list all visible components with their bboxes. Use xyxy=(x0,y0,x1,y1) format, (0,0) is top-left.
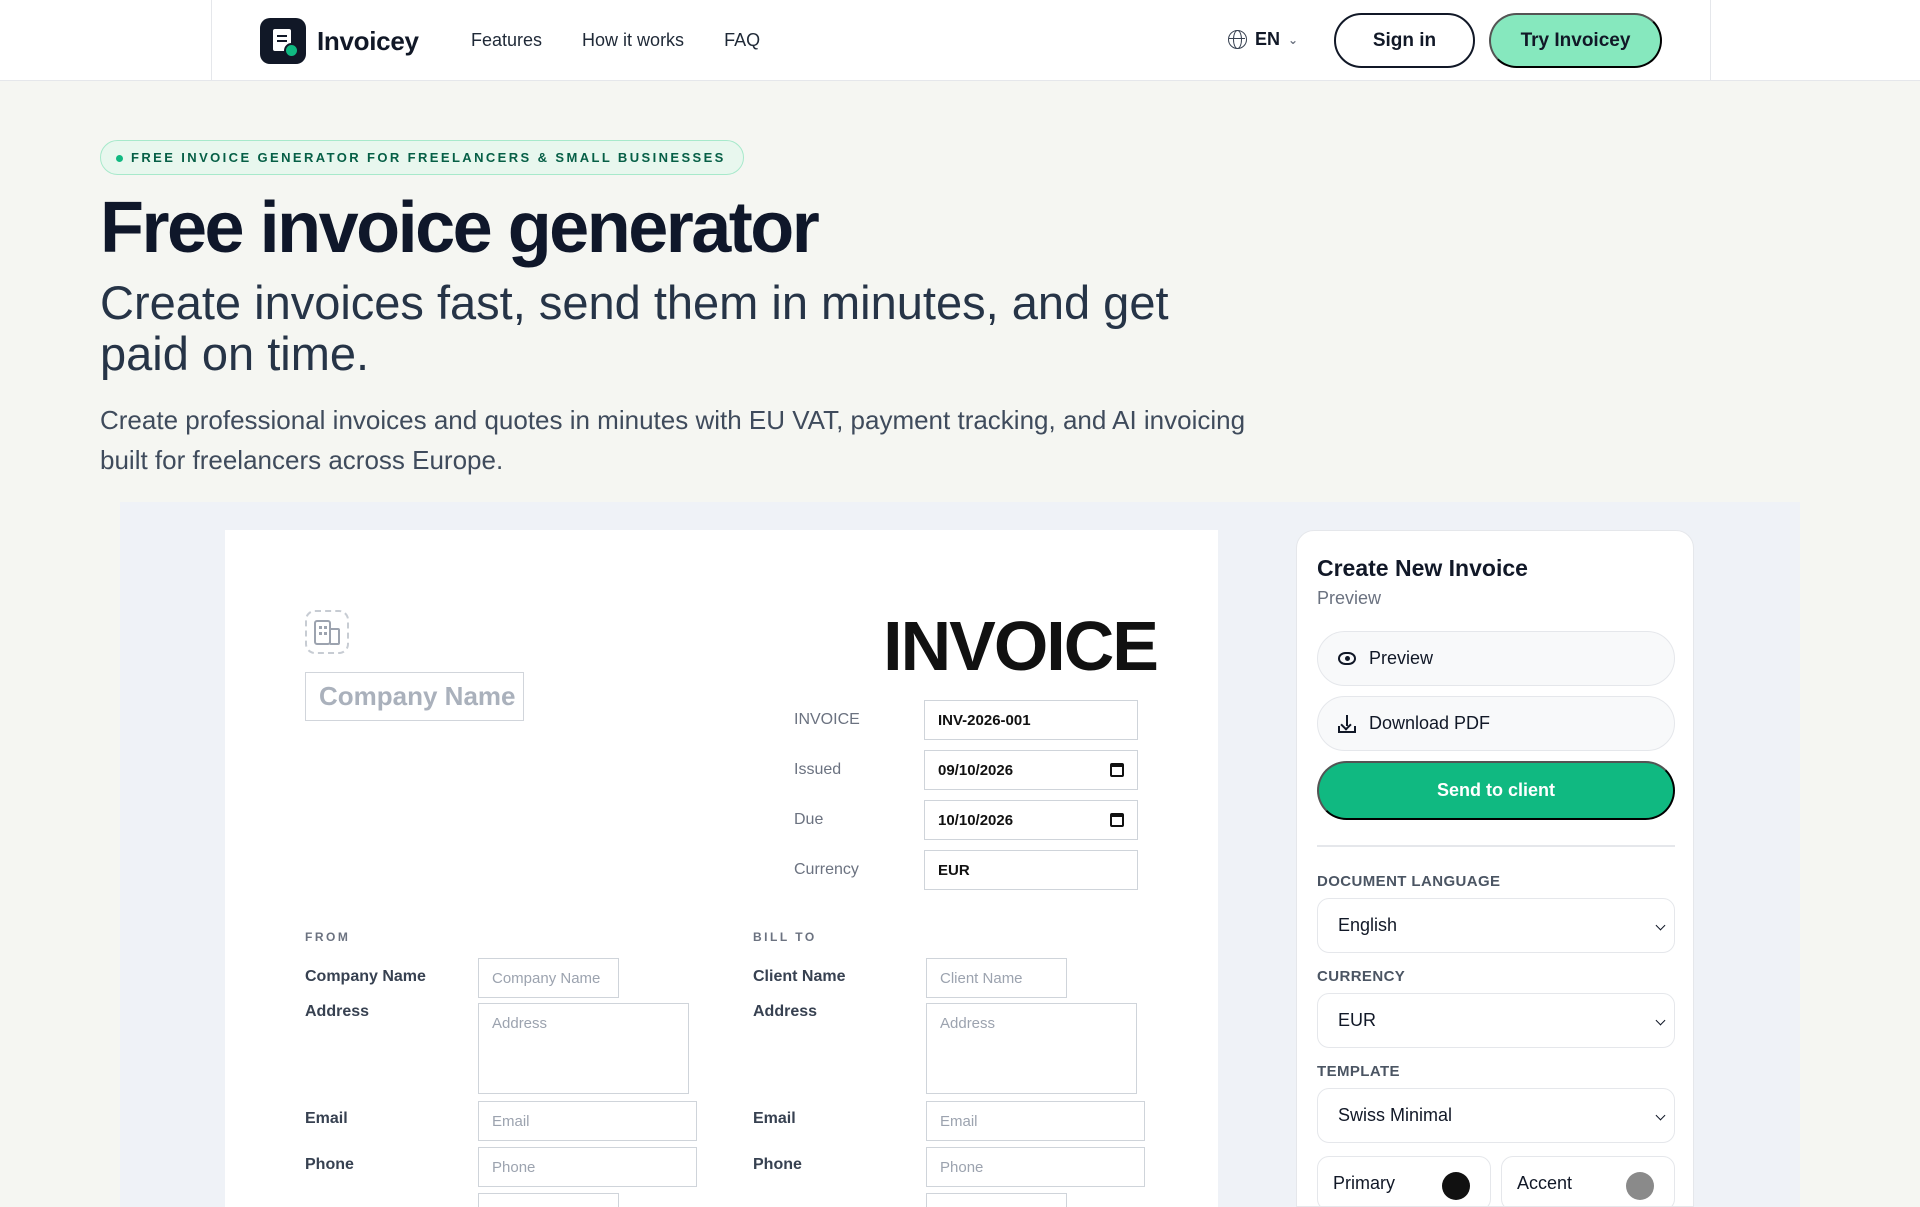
currency-label: Currency xyxy=(794,861,859,878)
accent-color-swatch[interactable] xyxy=(1626,1172,1654,1200)
from-company-input[interactable]: Company Name xyxy=(478,958,619,998)
template-value: Swiss Minimal xyxy=(1338,1105,1453,1125)
issued-date-input[interactable]: 09/10/2026 xyxy=(924,750,1138,790)
document-language-value: English xyxy=(1338,915,1398,935)
template-select[interactable]: Swiss Minimal xyxy=(1317,1088,1675,1143)
from-heading: FROM xyxy=(305,930,351,944)
download-pdf-button[interactable]: Download PDF xyxy=(1317,696,1675,751)
preview-button[interactable]: Preview xyxy=(1317,631,1675,686)
panel-subtitle: Preview xyxy=(1317,588,1382,608)
issued-date-row: Issued 09/10/2026 xyxy=(794,750,1158,790)
currency-select[interactable]: EUR xyxy=(1317,993,1675,1048)
from-email-input[interactable]: Email xyxy=(478,1101,697,1141)
currency-value: EUR xyxy=(1338,1010,1377,1030)
bill-to-heading: BILL TO xyxy=(753,930,817,944)
primary-color-swatch[interactable] xyxy=(1442,1172,1470,1200)
globe-icon xyxy=(1228,30,1247,49)
page-title: Free invoice generator xyxy=(100,188,820,268)
invoice-number-label: INVOICE xyxy=(794,711,860,728)
try-invoicey-button[interactable]: Try Invoicey xyxy=(1489,13,1662,68)
document-language-label: DOCUMENT LANGUAGE xyxy=(1317,873,1501,890)
chevron-down-icon xyxy=(1655,920,1666,931)
company-name-input[interactable]: Company Name xyxy=(305,672,524,721)
top-nav: Invoicey Features How it works FAQ EN ⌄ … xyxy=(0,0,1920,81)
invoice-number-input[interactable]: INV-2026-001 xyxy=(924,700,1138,740)
panel-title: Create New Invoice xyxy=(1317,555,1528,581)
panel-divider xyxy=(1317,845,1675,847)
brand-name: Invoicey xyxy=(317,25,419,56)
invoice-logo-icon xyxy=(260,18,306,64)
calendar-icon[interactable] xyxy=(1110,813,1124,827)
due-label: Due xyxy=(794,811,824,828)
issued-date-value: 09/10/2026 xyxy=(938,761,1014,779)
from-vat-input[interactable] xyxy=(478,1193,619,1207)
send-to-client-button[interactable]: Send to client xyxy=(1317,761,1675,820)
language-code: EN xyxy=(1255,29,1281,49)
nav-link-faq[interactable]: FAQ xyxy=(724,30,760,51)
preview-button-label: Preview xyxy=(1369,648,1434,668)
download-pdf-label: Download PDF xyxy=(1369,713,1491,733)
client-address-input[interactable]: Address xyxy=(926,1003,1137,1094)
currency-input[interactable]: EUR xyxy=(924,850,1138,890)
from-email-label: Email xyxy=(305,1110,348,1127)
from-address-input[interactable]: Address xyxy=(478,1003,689,1094)
building-icon xyxy=(312,617,342,647)
hero-subtitle: Create invoices fast, send them in minut… xyxy=(100,276,1169,380)
language-selector[interactable]: EN ⌄ xyxy=(1228,29,1298,50)
invoice-number-row: INVOICE INV-2026-001 xyxy=(794,700,1158,740)
from-phone-label: Phone xyxy=(305,1156,354,1173)
invoice-paper: Company Name INVOICE INVOICE INV-2026-00… xyxy=(225,530,1218,1207)
nav-container: Invoicey Features How it works FAQ EN ⌄ … xyxy=(211,0,1711,81)
nav-links: Features How it works FAQ xyxy=(471,30,760,51)
brand-logo[interactable]: Invoicey xyxy=(260,18,419,64)
primary-color-label: Primary xyxy=(1333,1173,1395,1193)
accent-color-label: Accent xyxy=(1517,1173,1573,1193)
currency-label: CURRENCY xyxy=(1317,968,1406,985)
document-language-select[interactable]: English xyxy=(1317,898,1675,953)
from-company-label: Company Name xyxy=(305,968,426,985)
chevron-down-icon: ⌄ xyxy=(1288,32,1299,47)
nav-link-features[interactable]: Features xyxy=(471,30,542,51)
client-address-label: Address xyxy=(753,1003,818,1020)
invoice-heading: INVOICE xyxy=(883,607,1159,685)
client-name-input[interactable]: Client Name xyxy=(926,958,1067,998)
client-phone-label: Phone xyxy=(753,1156,802,1173)
client-name-label: Client Name xyxy=(753,968,846,985)
sign-in-button[interactable]: Sign in xyxy=(1334,13,1475,68)
issued-label: Issued xyxy=(794,761,842,778)
nav-link-how-it-works[interactable]: How it works xyxy=(582,30,684,51)
from-address-label: Address xyxy=(305,1003,370,1020)
chevron-down-icon xyxy=(1655,1015,1666,1026)
from-phone-input[interactable]: Phone xyxy=(478,1147,697,1187)
primary-color-picker[interactable]: Primary xyxy=(1317,1156,1491,1207)
client-email-input[interactable]: Email xyxy=(926,1101,1145,1141)
due-date-value: 10/10/2026 xyxy=(938,811,1014,829)
client-vat-input[interactable] xyxy=(926,1193,1067,1207)
download-icon xyxy=(1338,714,1356,733)
client-email-label: Email xyxy=(753,1110,796,1127)
company-logo-upload[interactable] xyxy=(305,610,349,654)
due-date-input[interactable]: 10/10/2026 xyxy=(924,800,1138,840)
hero-badge: FREE INVOICE GENERATOR FOR FREELANCERS &… xyxy=(100,140,744,175)
template-label: TEMPLATE xyxy=(1317,1063,1400,1080)
chevron-down-icon xyxy=(1655,1110,1666,1121)
hero-description: Create professional invoices and quotes … xyxy=(100,405,1246,475)
accent-color-picker[interactable]: Accent xyxy=(1501,1156,1675,1207)
calendar-icon[interactable] xyxy=(1110,763,1124,777)
currency-row: Currency EUR xyxy=(794,850,1158,890)
eye-icon xyxy=(1338,652,1356,665)
client-phone-input[interactable]: Phone xyxy=(926,1147,1145,1187)
due-date-row: Due 10/10/2026 xyxy=(794,800,1158,840)
invoice-settings-panel: Create New Invoice Preview Preview Downl… xyxy=(1296,530,1694,1207)
